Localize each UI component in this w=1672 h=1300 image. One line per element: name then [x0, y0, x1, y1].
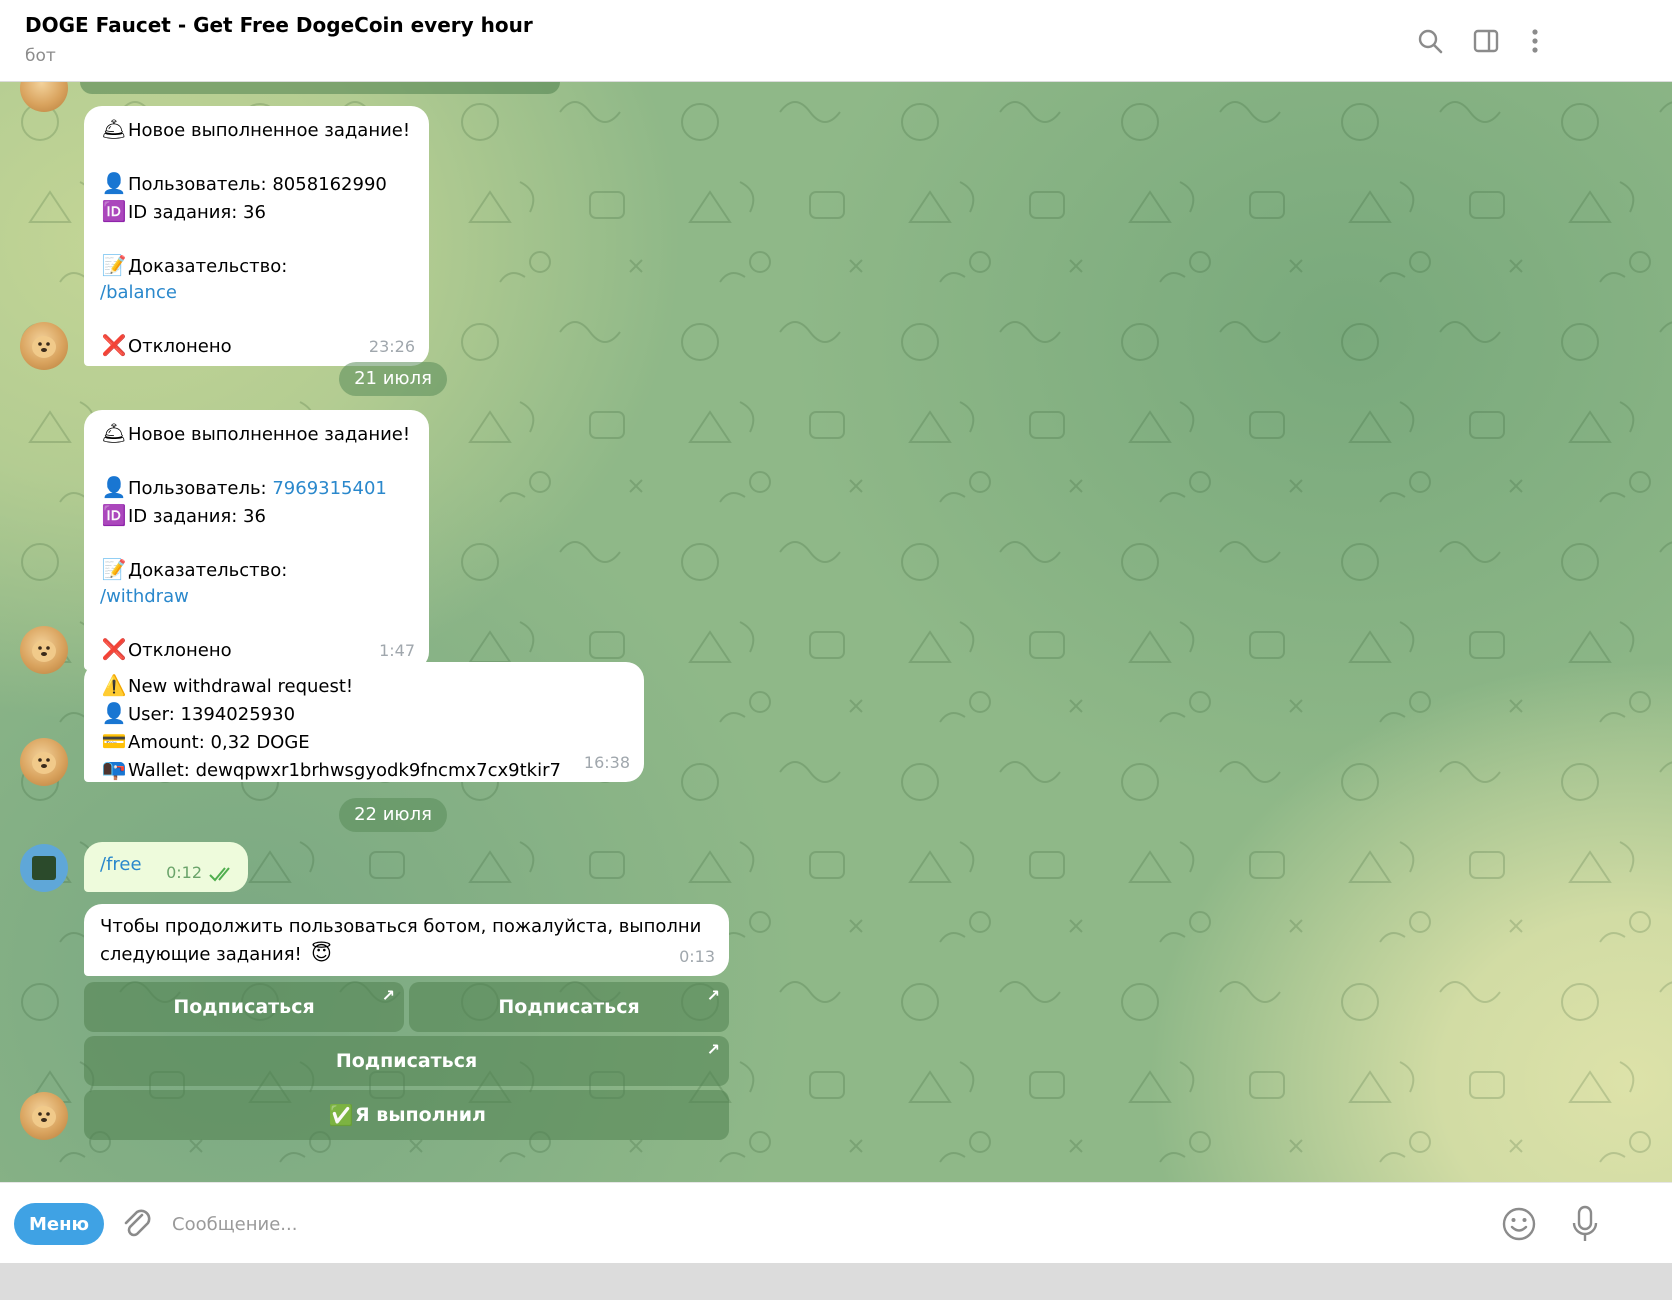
id-icon: 🆔 [101, 503, 127, 527]
doge-face-icon [32, 640, 56, 662]
bot-avatar[interactable] [20, 1092, 68, 1140]
card-icon: 💳 [101, 729, 127, 753]
withdrawal-user: User: 1394025930 [128, 704, 296, 725]
bell-icon: 🛎 [101, 421, 127, 445]
message-composer: Меню [0, 1182, 1672, 1263]
button-label: Подписаться [498, 996, 640, 1018]
doge-face-icon [32, 752, 56, 774]
withdrawal-amount: Amount: 0,32 DOGE [128, 732, 310, 753]
user-label: Пользователь: [128, 174, 273, 195]
bot-avatar[interactable] [20, 626, 68, 674]
mailbox-icon: 📭 [101, 757, 127, 781]
bot-avatar[interactable] [20, 322, 68, 370]
more-menu-icon[interactable] [1518, 24, 1552, 58]
doge-face-icon [32, 336, 56, 358]
microphone-icon[interactable] [1566, 1203, 1604, 1245]
menu-button[interactable]: Меню [14, 1203, 104, 1245]
user-icon: 👤 [101, 475, 127, 499]
date-separator: 22 июля [339, 798, 447, 832]
task-message-1: 🛎Новое выполненное задание! 👤Пользовател… [84, 106, 429, 366]
memo-icon: 📝 [101, 253, 127, 277]
proof-label: Доказательство: [128, 560, 288, 581]
read-ticks-icon [209, 867, 230, 882]
external-link-icon: ↗ [706, 986, 720, 1005]
user-id-link[interactable]: 7969315401 [272, 478, 387, 499]
done-button[interactable]: ✅ Я выполнил [84, 1090, 729, 1140]
proof-label: Доказательство: [128, 256, 288, 277]
check-icon: ✅ [328, 1103, 354, 1127]
user-icon: 👤 [101, 701, 127, 725]
proof-command-link[interactable]: /balance [100, 282, 177, 303]
cross-icon: ❌ [101, 637, 127, 661]
button-label: Подписаться [335, 1050, 478, 1072]
warning-icon: ⚠️ [101, 673, 127, 697]
subscribe-button-2[interactable]: Подписаться ↗ [409, 982, 729, 1032]
chat-subtitle: бот [25, 46, 56, 66]
subscribe-button-3[interactable]: Подписаться ↗ [84, 1036, 729, 1086]
message-time: 16:38 [583, 753, 630, 772]
emoji-icon[interactable] [1500, 1205, 1538, 1243]
paperclip-icon[interactable] [118, 1205, 156, 1243]
outgoing-message: /free 0:12 [84, 842, 248, 892]
status-text: Отклонено [128, 336, 232, 357]
search-icon[interactable] [1413, 24, 1447, 58]
withdrawal-wallet: Wallet: dewqpwxr1brhwsgyodk9fncmx7cx9tki… [128, 760, 561, 781]
subscribe-line-1: Чтобы продолжить пользоваться ботом, пож… [100, 916, 702, 937]
doge-face-icon [32, 1106, 56, 1128]
message-time: 0:13 [679, 947, 715, 966]
task-title: Новое выполненное задание! [128, 424, 411, 445]
task-title: Новое выполненное задание! [128, 120, 411, 141]
memo-icon: 📝 [101, 557, 127, 581]
cross-icon: ❌ [101, 333, 127, 357]
user-avatar[interactable] [20, 844, 68, 892]
sidebar-toggle-icon[interactable] [1469, 24, 1503, 58]
task-id: ID задания: 36 [128, 202, 266, 223]
external-link-icon: ↗ [706, 1040, 720, 1059]
halo-face-icon: 😇 [311, 941, 332, 965]
bell-icon: 🛎 [101, 117, 127, 141]
id-icon: 🆔 [101, 199, 127, 223]
message-time: 0:12 [166, 863, 202, 882]
user-id: 8058162990 [272, 174, 387, 195]
chat-header: DOGE Faucet - Get Free DogeCoin every ho… [0, 0, 1672, 82]
free-command-link[interactable]: /free [100, 854, 142, 875]
task-message-2: 🛎Новое выполненное задание! 👤Пользовател… [84, 410, 429, 670]
external-link-icon: ↗ [381, 986, 395, 1005]
button-label: Я выполнил [355, 1104, 486, 1126]
chat-title[interactable]: DOGE Faucet - Get Free DogeCoin every ho… [25, 13, 533, 37]
date-separator: 21 июля [339, 362, 447, 396]
withdrawal-title: New withdrawal request! [128, 676, 354, 697]
message-input[interactable] [172, 1203, 1472, 1245]
proof-command-link[interactable]: /withdraw [100, 586, 189, 607]
user-label: Пользователь: [128, 478, 273, 499]
subscribe-message: Чтобы продолжить пользоваться ботом, пож… [84, 904, 729, 976]
chat-area[interactable]: 🛎Новое выполненное задание! 👤Пользовател… [0, 82, 1672, 1222]
message-time: 1:47 [379, 641, 415, 660]
bot-avatar[interactable] [20, 738, 68, 786]
withdrawal-message: ⚠️New withdrawal request! 👤User: 1394025… [84, 662, 644, 782]
subscribe-button-1[interactable]: Подписаться ↗ [84, 982, 404, 1032]
task-id: ID задания: 36 [128, 506, 266, 527]
window-bottom-edge [0, 1263, 1672, 1300]
user-icon: 👤 [101, 171, 127, 195]
button-label: Подписаться [173, 996, 315, 1018]
previous-button-remnant [80, 82, 560, 94]
status-text: Отклонено [128, 640, 232, 661]
message-time: 23:26 [368, 337, 415, 356]
subscribe-line-2: следующие задания! [100, 944, 308, 965]
